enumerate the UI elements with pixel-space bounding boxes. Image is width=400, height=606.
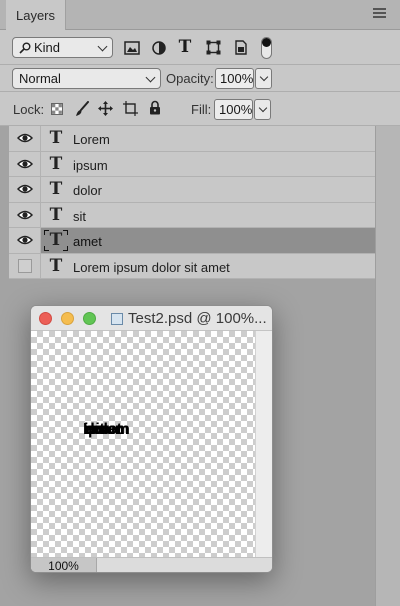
fill-label: Fill: xyxy=(191,102,212,117)
visibility-toggle[interactable] xyxy=(9,202,41,227)
canvas-text-amet: amet xyxy=(86,421,122,438)
eye-icon xyxy=(16,236,33,245)
type-layer-thumbnail-icon: T xyxy=(49,179,63,200)
type-filter-icon[interactable]: T xyxy=(178,37,192,57)
layer-row-lorem-ipsum-dolor-sit-amet[interactable]: T Lorem ipsum dolor sit amet xyxy=(9,253,375,279)
layer-row-lorem[interactable]: T Lorem xyxy=(9,126,375,152)
type-layer-thumbnail-icon: T xyxy=(49,128,63,149)
layer-row-amet-selected[interactable]: T amet xyxy=(9,228,375,254)
blend-mode-value: Normal xyxy=(19,71,61,86)
blend-mode-select[interactable]: Normal xyxy=(12,68,161,89)
lock-all-icon[interactable] xyxy=(149,100,161,115)
eye-icon xyxy=(16,159,33,168)
hidden-visibility-box xyxy=(17,258,32,273)
lock-position-icon[interactable] xyxy=(98,101,113,116)
layer-row-ipsum[interactable]: T ipsum xyxy=(9,151,375,177)
blend-row: Normal Opacity: 100% xyxy=(0,65,400,92)
document-status-bar: 100% xyxy=(31,557,272,573)
chevron-down-icon xyxy=(97,41,108,52)
panel-menu-icon[interactable] xyxy=(373,8,386,18)
layer-list: T Lorem T ipsum T dolor T sit T amet T L… xyxy=(9,126,375,279)
opacity-dropdown-button[interactable] xyxy=(255,68,272,89)
close-window-button[interactable] xyxy=(39,312,52,325)
fill-input[interactable]: 100% xyxy=(214,99,253,120)
document-window[interactable]: Test2.psd @ 100%... Lorem ipsum dolor si… xyxy=(30,305,273,573)
lock-label: Lock: xyxy=(13,102,45,117)
eye-icon xyxy=(16,134,33,143)
filter-row: Kind T xyxy=(0,30,400,65)
lock-transparency-icon[interactable] xyxy=(51,103,63,115)
search-icon xyxy=(19,42,31,54)
layer-row-dolor[interactable]: T dolor xyxy=(9,177,375,203)
chevron-down-icon xyxy=(258,103,268,113)
type-layer-thumbnail-icon: T xyxy=(49,204,63,225)
zoom-level-field[interactable]: 100% xyxy=(31,558,97,573)
visibility-toggle[interactable] xyxy=(9,151,41,176)
psd-file-icon xyxy=(111,313,123,325)
layer-name: amet xyxy=(73,234,102,249)
type-layer-thumbnail-icon: T xyxy=(42,228,70,253)
eye-icon xyxy=(16,185,33,194)
layer-name: Lorem xyxy=(73,132,110,147)
document-titlebar[interactable]: Test2.psd @ 100%... xyxy=(31,306,272,331)
document-title: Test2.psd @ 100%... xyxy=(128,310,267,327)
tab-layers-label: Layers xyxy=(15,7,56,23)
chevron-down-icon xyxy=(259,72,269,82)
panel-tab-bar: Layers xyxy=(0,0,400,30)
thumb-glyph: T xyxy=(49,230,63,251)
layer-name: Lorem ipsum dolor sit amet xyxy=(73,259,230,275)
zoom-window-button[interactable] xyxy=(83,312,96,325)
opacity-value: 100% xyxy=(220,71,254,86)
pixel-layer-filter-icon[interactable] xyxy=(124,41,140,55)
fill-dropdown-button[interactable] xyxy=(254,99,271,120)
type-layer-thumbnail-icon: T xyxy=(49,153,63,174)
visibility-toggle[interactable] xyxy=(9,126,41,151)
eye-icon xyxy=(16,210,33,219)
visibility-toggle[interactable] xyxy=(9,253,41,278)
type-layer-thumbnail-icon: T xyxy=(49,255,63,276)
adjustment-filter-icon[interactable] xyxy=(152,41,166,55)
layer-name: ipsum xyxy=(73,157,108,173)
selection-corner xyxy=(44,245,49,251)
selection-corner xyxy=(63,245,68,251)
layer-row-sit[interactable]: T sit xyxy=(9,202,375,228)
visibility-toggle[interactable] xyxy=(9,177,41,202)
panel-scroll-track[interactable] xyxy=(375,126,400,606)
fill-value: 100% xyxy=(219,102,253,117)
smart-object-filter-icon[interactable] xyxy=(234,40,248,55)
layer-name: sit xyxy=(73,208,86,224)
filter-kind-label: Kind xyxy=(34,40,61,55)
lock-row: Lock: Fill: 100% xyxy=(0,92,400,126)
zoom-level-value: 100% xyxy=(48,559,79,573)
document-vertical-scrollbar[interactable] xyxy=(255,331,272,557)
filter-toggle-switch[interactable] xyxy=(261,37,272,59)
document-canvas[interactable]: Lorem ipsum dolor sit amet xyxy=(31,331,255,557)
shape-filter-icon[interactable] xyxy=(206,40,221,55)
tab-layers[interactable]: Layers xyxy=(6,0,66,30)
filter-kind-select[interactable]: Kind xyxy=(12,37,113,58)
selection-corner xyxy=(63,230,68,235)
lock-image-pixels-icon[interactable] xyxy=(75,101,90,117)
layer-name: dolor xyxy=(73,183,102,198)
selection-corner xyxy=(44,230,49,235)
chevron-down-icon xyxy=(145,72,156,83)
opacity-input[interactable]: 100% xyxy=(215,68,254,89)
visibility-toggle[interactable] xyxy=(9,228,41,253)
opacity-label: Opacity: xyxy=(166,71,214,86)
lock-artboard-icon[interactable] xyxy=(123,101,138,116)
minimize-window-button[interactable] xyxy=(61,312,74,325)
